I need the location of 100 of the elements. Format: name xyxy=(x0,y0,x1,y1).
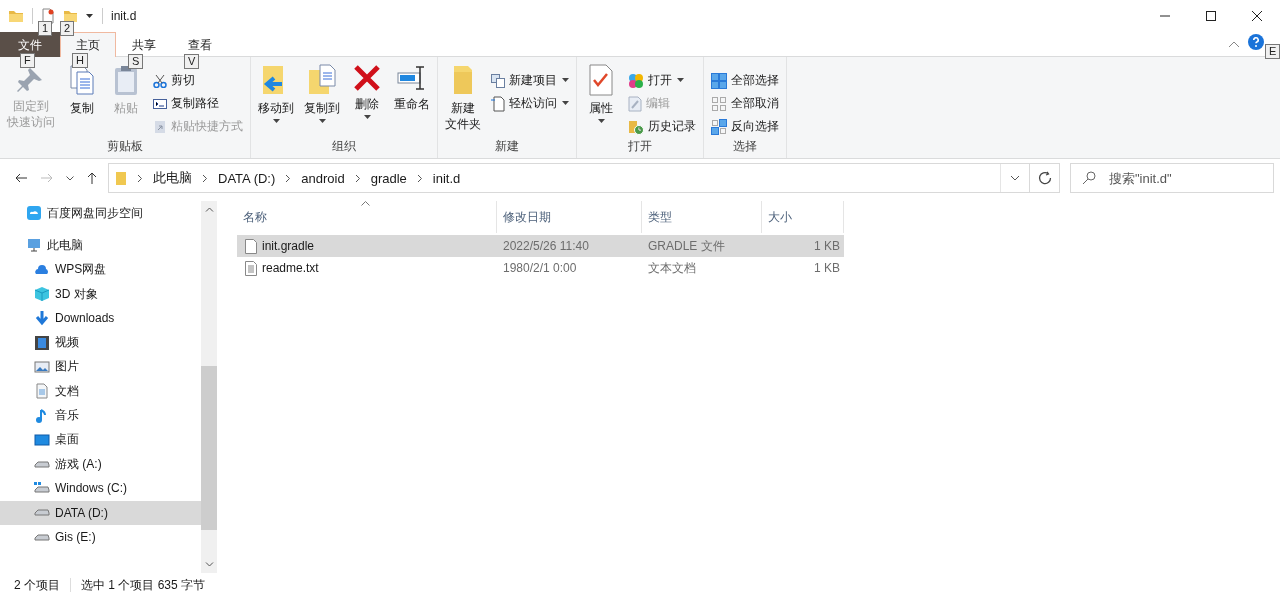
table-cell-text: 文本文档 xyxy=(647,259,697,277)
ribbon-tab[interactable]: 主页 xyxy=(60,32,116,57)
ribbon-button[interactable]: 删除 xyxy=(347,61,387,138)
help-button[interactable] xyxy=(1248,34,1264,50)
keytip: F xyxy=(20,53,35,68)
file-row[interactable]: init.gradle 2022/5/26 11:40 GRADLE 文件 1 KB xyxy=(237,235,844,257)
grid-icon xyxy=(711,118,727,135)
folder-document-icon xyxy=(306,64,338,96)
colorful-icon xyxy=(628,72,644,89)
sidebar-item[interactable]: 此电脑 xyxy=(0,233,201,258)
sidebar-item[interactable]: DATA (D:) xyxy=(0,500,201,525)
sidebar-item[interactable]: Windows (C:) xyxy=(0,476,201,501)
document-icon xyxy=(34,383,50,400)
ribbon-tab[interactable]: 查看 xyxy=(172,33,228,57)
column-header[interactable]: 名称 xyxy=(237,201,497,233)
ribbon-button[interactable]: 反向选择 xyxy=(708,115,782,138)
close-icon xyxy=(1252,11,1262,21)
maximize-icon xyxy=(1206,11,1216,21)
sidebar-item[interactable]: 文档 xyxy=(0,379,201,404)
search-icon xyxy=(1082,171,1096,185)
scroll-up-icon xyxy=(204,207,214,212)
column-header[interactable]: 修改日期 xyxy=(497,201,642,233)
breadcrumb[interactable]: android xyxy=(301,170,345,186)
scrollbar-thumb[interactable] xyxy=(201,366,217,530)
breadcrumb[interactable]: gradle xyxy=(370,170,407,186)
table-cell-text: GRADLE 文件 xyxy=(647,237,726,255)
shortcut-icon xyxy=(153,119,167,134)
ribbon-button[interactable]: 复制路径 xyxy=(150,92,246,115)
keytip: 1 xyxy=(38,21,53,36)
ribbon-button[interactable]: 打开 xyxy=(625,69,699,92)
address-field[interactable]: 此电脑 DATA (D:) android gradle init.d xyxy=(108,163,1030,193)
desktop-icon xyxy=(34,431,50,448)
ribbon-button[interactable]: 属性 xyxy=(581,61,621,138)
folder-icon xyxy=(8,8,24,24)
sidebar-item[interactable]: 百度网盘同步空间 xyxy=(0,201,201,226)
ribbon-button[interactable]: 新建 文件夹 xyxy=(442,61,484,138)
grid-icon xyxy=(711,72,727,89)
sidebar-item[interactable]: Downloads xyxy=(0,306,201,331)
chevron-down-icon xyxy=(1010,175,1020,181)
ribbon-button[interactable]: 重命名 xyxy=(391,61,433,138)
back-icon xyxy=(14,171,28,185)
new-item-icon xyxy=(491,73,505,88)
status-text: 选中 1 个项目 635 字节 xyxy=(81,576,206,594)
refresh-button[interactable] xyxy=(1030,163,1060,193)
breadcrumb[interactable]: DATA (D:) xyxy=(218,170,276,186)
forward-icon xyxy=(40,171,54,185)
document-icon xyxy=(491,95,505,112)
table-cell-text: 1 KB xyxy=(813,239,841,253)
drive-icon xyxy=(34,509,50,517)
chevron-icon xyxy=(202,173,208,183)
ribbon-button[interactable]: 历史记录 xyxy=(625,115,699,138)
up-icon xyxy=(86,171,98,185)
sidebar-item[interactable]: 音乐 xyxy=(0,403,201,428)
status-text: 2 个项目 xyxy=(14,576,60,594)
ribbon-button[interactable]: 剪切 xyxy=(150,69,246,92)
ribbon-button[interactable]: 复制到 xyxy=(301,61,343,138)
window-title: init.d xyxy=(111,9,137,23)
folder-icon xyxy=(115,170,127,186)
table-cell-text: 1 KB xyxy=(813,261,841,275)
file-tab[interactable]: 文件 xyxy=(0,32,60,57)
scrollbar[interactable] xyxy=(201,201,217,573)
edit-icon xyxy=(628,95,642,112)
sidebar-item[interactable]: 3D 对象 xyxy=(0,281,201,307)
folder-icon xyxy=(452,64,474,96)
chevron-icon xyxy=(416,173,423,183)
folder-icon xyxy=(63,8,77,24)
download-icon xyxy=(34,310,50,327)
breadcrumb[interactable]: 此电脑 xyxy=(153,169,192,187)
sidebar-item[interactable]: 桌面 xyxy=(0,427,201,452)
file-row[interactable]: readme.txt 1980/2/1 0:00 文本文档 1 KB xyxy=(237,257,844,279)
toolbar-button[interactable] xyxy=(63,8,77,24)
sidebar-item[interactable]: 图片 xyxy=(0,354,201,380)
checklist-icon xyxy=(588,64,614,96)
chevron-icon xyxy=(285,173,292,183)
ribbon-button[interactable]: 全部取消 xyxy=(708,92,782,115)
ribbon-button[interactable]: 全部选择 xyxy=(708,69,782,92)
file-name: init.gradle xyxy=(262,239,315,253)
search-field[interactable]: 搜索"init.d" xyxy=(1070,163,1274,193)
table-cell-text: 1980/2/1 0:00 xyxy=(502,261,578,275)
column-header[interactable]: 大小 xyxy=(762,201,844,233)
sidebar-item[interactable]: 游戏 (A:) xyxy=(0,451,201,477)
group-label: 打开 xyxy=(627,138,653,155)
ribbon-button[interactable]: 移动到 xyxy=(255,61,297,138)
keytip: S xyxy=(128,54,144,69)
ribbon-button[interactable]: 新建项目 xyxy=(488,69,572,92)
file-name: readme.txt xyxy=(262,261,319,275)
sidebar-item[interactable]: 视频 xyxy=(0,330,201,355)
column-header[interactable]: 类型 xyxy=(642,201,762,233)
breadcrumb[interactable]: init.d xyxy=(432,170,461,186)
sidebar-item[interactable]: WPS网盘 xyxy=(0,257,201,282)
text-file-icon xyxy=(245,260,257,276)
film-icon xyxy=(34,334,50,351)
group-label: 选择 xyxy=(732,138,758,155)
sidebar-item[interactable]: Gis (E:) xyxy=(0,524,201,550)
ribbon-tab[interactable]: 共享 xyxy=(116,33,172,57)
ribbon-button[interactable]: 轻松访问 xyxy=(488,92,572,115)
scissors-icon xyxy=(153,73,167,88)
chevron-icon xyxy=(354,173,361,183)
scroll-down-icon xyxy=(204,562,214,567)
clipboard-icon xyxy=(112,64,140,96)
